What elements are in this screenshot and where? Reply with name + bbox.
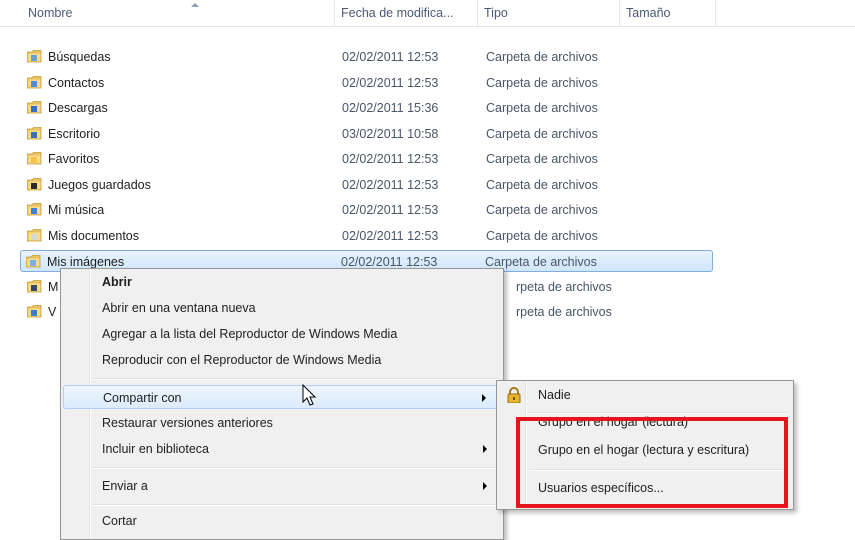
file-type: Carpeta de archivos <box>486 75 598 90</box>
submenu-item-homegroup-read-write[interactable]: Grupo en el hogar (lectura y escritura) <box>499 438 789 462</box>
menu-item-label: Enviar a <box>102 479 148 493</box>
menu-item-open-new-window[interactable]: Abrir en una ventana nueva <box>63 296 499 320</box>
menu-item-label: Restaurar versiones anteriores <box>102 416 273 430</box>
file-type: Carpeta de archivos <box>486 228 598 243</box>
music-folder-icon <box>27 203 42 216</box>
file-date: 02/02/2011 15:36 <box>342 101 439 115</box>
pictures-folder-icon <box>26 255 41 268</box>
menu-separator <box>93 467 499 469</box>
file-date: 02/02/2011 12:53 <box>342 177 439 192</box>
file-type: Carpeta de archivos <box>486 50 598 64</box>
file-date: 03/02/2011 10:58 <box>342 126 439 141</box>
file-date: 02/02/2011 12:53 <box>342 75 439 90</box>
column-size[interactable]: Tamaño <box>620 0 716 26</box>
file-type: rpeta de archivos <box>516 305 612 319</box>
submenu-arrow-icon <box>483 445 487 453</box>
lock-icon <box>507 387 521 403</box>
file-row[interactable]: Descargas 02/02/2011 15:36 Carpeta de arch… <box>22 97 712 119</box>
file-name: Contactos <box>48 75 105 90</box>
file-type: Carpeta de archivos <box>486 126 598 141</box>
file-date: 02/02/2011 12:53 <box>342 228 439 243</box>
file-name: Descargas <box>48 101 108 115</box>
menu-item-add-to-wmp-list[interactable]: Agregar a la lista del Reproductor de Wi… <box>63 322 499 346</box>
file-type: Carpeta de archivos <box>486 152 598 166</box>
context-menu: Abrir Abrir en una ventana nueva Agregar… <box>60 268 504 540</box>
column-name-label: Nombre <box>28 6 73 20</box>
file-row[interactable]: Favoritos 02/02/2011 12:53 Carpeta de arch… <box>22 148 712 170</box>
file-type: Carpeta de archivos <box>486 177 598 192</box>
share-submenu: Nadie Grupo en el hogar (lectura) Grupo … <box>496 380 794 510</box>
menu-item-include-in-library[interactable]: Incluir en biblioteca <box>63 437 499 461</box>
column-name[interactable]: Nombre <box>22 0 335 26</box>
links-folder-icon <box>27 305 42 318</box>
file-date: 02/02/2011 12:53 <box>342 50 439 64</box>
file-type: Carpeta de archivos <box>486 101 598 115</box>
file-row[interactable]: Contactos 02/02/2011 12:53 Carpeta de arch… <box>22 72 712 94</box>
menu-separator <box>93 378 499 380</box>
submenu-item-label: Grupo en el hogar (lectura) <box>538 415 689 429</box>
submenu-item-nobody[interactable]: Nadie <box>499 383 789 407</box>
menu-item-cut[interactable]: Cortar <box>63 509 499 533</box>
saved-games-folder-icon <box>27 177 42 190</box>
submenu-arrow-icon <box>482 394 486 402</box>
column-date[interactable]: Fecha de modifica... <box>335 0 478 26</box>
submenu-arrow-icon <box>483 482 487 490</box>
column-header: Nombre Fecha de modifica... Tipo Tamaño <box>0 0 855 27</box>
file-date: 02/02/2011 12:53 <box>342 203 439 217</box>
menu-item-open[interactable]: Abrir <box>63 270 499 294</box>
downloads-folder-icon <box>27 101 42 114</box>
menu-item-label: Abrir en una ventana nueva <box>102 301 256 315</box>
submenu-item-label: Grupo en el hogar (lectura y escritura) <box>538 443 750 457</box>
videos-folder-icon <box>27 279 42 292</box>
file-row[interactable]: Búsquedas 02/02/2011 12:53 Carpeta de arch… <box>22 46 712 68</box>
favorites-folder-icon <box>27 152 42 165</box>
mouse-cursor-icon <box>302 384 317 406</box>
file-name: M <box>48 279 59 294</box>
menu-item-play-with-wmp[interactable]: Reproducir con el Reproductor de Windows… <box>63 348 499 372</box>
menu-item-label: Cortar <box>102 514 137 528</box>
menu-separator <box>529 469 789 471</box>
menu-item-label: Incluir en biblioteca <box>102 442 210 456</box>
menu-item-send-to[interactable]: Enviar a <box>63 474 499 498</box>
column-size-label: Tamaño <box>626 6 671 20</box>
file-name: Mis documentos <box>48 228 140 243</box>
file-name: V <box>48 305 57 319</box>
file-type: Carpeta de archivos <box>486 203 598 217</box>
file-date: 02/02/2011 12:53 <box>342 152 439 166</box>
file-name: Mi música <box>48 203 105 217</box>
submenu-item-specific-users[interactable]: Usuarios específicos... <box>499 476 789 500</box>
file-row[interactable]: Mi música 02/02/2011 12:53 Carpeta de arch… <box>22 199 712 221</box>
desktop-folder-icon <box>27 126 42 139</box>
file-name: Juegos guardados <box>48 177 151 192</box>
file-name: Escritorio <box>48 126 101 141</box>
file-row[interactable]: Juegos guardados 02/02/2011 12:53 Carpeta … <box>22 174 712 196</box>
column-type[interactable]: Tipo <box>478 0 620 26</box>
contacts-folder-icon <box>27 75 42 88</box>
menu-item-label: Agregar a la lista del Reproductor de Wi… <box>102 327 398 341</box>
menu-item-restore-previous-versions[interactable]: Restaurar versiones anteriores <box>63 411 499 435</box>
menu-item-label: Compartir con <box>103 391 182 405</box>
column-date-label: Fecha de modifica... <box>341 6 454 20</box>
file-row[interactable]: Mis documentos 02/02/2011 12:53 Carpeta de… <box>22 225 712 247</box>
menu-item-label: Reproducir con el Reproductor de Windows… <box>102 353 382 367</box>
file-row[interactable]: Escritorio 03/02/2011 10:58 Carpeta de arc… <box>22 123 712 145</box>
menu-item-share-with[interactable]: Compartir con <box>63 385 499 409</box>
searches-folder-icon <box>27 50 42 63</box>
menu-separator <box>93 504 499 506</box>
documents-folder-icon <box>27 228 42 241</box>
column-type-label: Tipo <box>484 6 508 20</box>
menu-item-label: Abrir <box>102 275 132 289</box>
submenu-item-homegroup-read[interactable]: Grupo en el hogar (lectura) <box>499 410 789 434</box>
submenu-item-label: Nadie <box>538 388 571 402</box>
file-name: Búsquedas <box>48 50 111 64</box>
file-name: Favoritos <box>48 152 100 166</box>
file-type: rpeta de archivos <box>516 279 612 294</box>
submenu-item-label: Usuarios específicos... <box>538 481 664 495</box>
sort-ascending-icon <box>191 3 199 7</box>
